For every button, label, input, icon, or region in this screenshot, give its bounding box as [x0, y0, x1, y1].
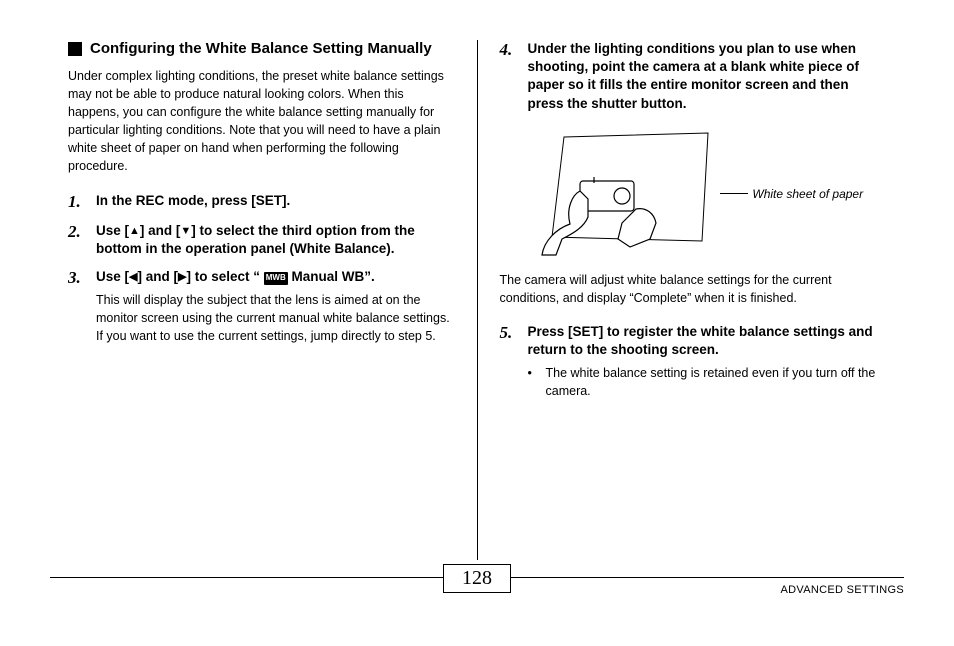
- heading-text: Configuring the White Balance Setting Ma…: [90, 40, 432, 59]
- step-title: Press [SET] to register the white balanc…: [528, 323, 887, 359]
- left-column: Configuring the White Balance Setting Ma…: [50, 40, 478, 560]
- bullet-text: The white balance setting is retained ev…: [546, 364, 887, 400]
- triangle-up-icon: ▲: [129, 224, 140, 239]
- section-label: ADVANCED SETTINGS: [781, 584, 904, 596]
- step-title: Use [◀] and [▶] to select “ MWB Manual W…: [96, 268, 455, 286]
- step-number: 2.: [68, 222, 88, 258]
- caption-leader-line-icon: [720, 193, 748, 194]
- step-number: 3.: [68, 268, 88, 345]
- page-footer: 128 ADVANCED SETTINGS: [50, 577, 904, 618]
- page-number: 128: [443, 564, 511, 593]
- step-title: Under the lighting conditions you plan t…: [528, 40, 887, 113]
- step-2: 2. Use [▲] and [▼] to select the third o…: [68, 222, 455, 258]
- illustration: White sheet of paper: [500, 129, 887, 259]
- mwb-icon: MWB: [264, 272, 288, 285]
- step-1: 1. In the REC mode, press [SET].: [68, 192, 455, 212]
- step-bullet: • The white balance setting is retained …: [528, 364, 887, 400]
- illustration-image: [522, 129, 712, 259]
- step-title: In the REC mode, press [SET].: [96, 192, 455, 210]
- note-paragraph: The camera will adjust white balance set…: [500, 271, 887, 307]
- step-5: 5. Press [SET] to register the white bal…: [500, 323, 887, 400]
- square-bullet-icon: [68, 42, 82, 56]
- step-4: 4. Under the lighting conditions you pla…: [500, 40, 887, 113]
- step-3: 3. Use [◀] and [▶] to select “ MWB Manua…: [68, 268, 455, 345]
- page-content: Configuring the White Balance Setting Ma…: [0, 0, 954, 560]
- illustration-caption: White sheet of paper: [720, 187, 863, 201]
- section-heading: Configuring the White Balance Setting Ma…: [68, 40, 455, 59]
- step-number: 5.: [500, 323, 520, 400]
- bullet-dot-icon: •: [528, 364, 538, 400]
- triangle-down-icon: ▼: [180, 224, 191, 239]
- step-title: Use [▲] and [▼] to select the third opti…: [96, 222, 455, 258]
- step-number: 4.: [500, 40, 520, 113]
- step-description: This will display the subject that the l…: [96, 291, 455, 345]
- right-column: 4. Under the lighting conditions you pla…: [478, 40, 905, 560]
- caption-text: White sheet of paper: [752, 187, 863, 201]
- step-number: 1.: [68, 192, 88, 212]
- intro-paragraph: Under complex lighting conditions, the p…: [68, 67, 455, 176]
